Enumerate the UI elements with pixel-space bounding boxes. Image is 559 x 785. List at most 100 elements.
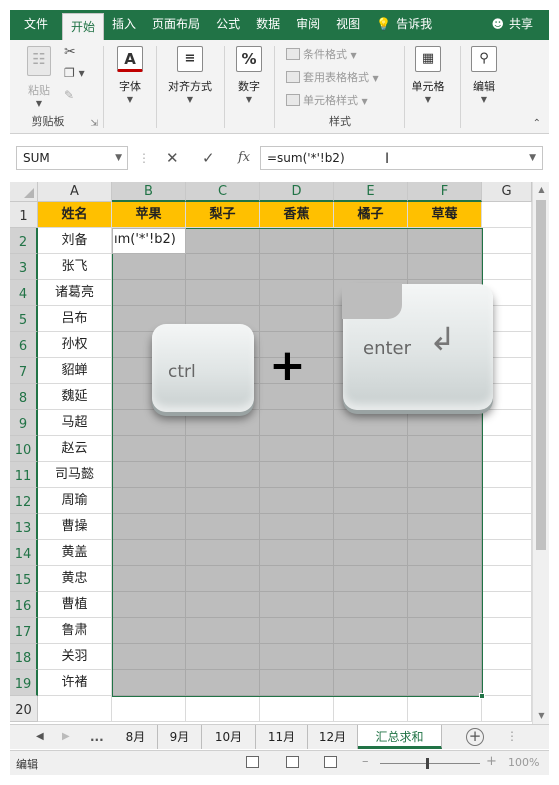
selected-cell[interactable] [334, 436, 408, 462]
selected-cell[interactable] [334, 228, 408, 254]
row-header-1[interactable]: 1 [10, 202, 38, 228]
scroll-down-icon[interactable]: ▼ [533, 708, 549, 724]
zoom-slider[interactable] [380, 763, 480, 764]
row-header-14[interactable]: 14 [10, 540, 38, 566]
name-cell[interactable]: 魏延 [38, 384, 112, 410]
prev-sheet-icon[interactable]: ◀ [36, 725, 44, 749]
selected-cell[interactable] [408, 228, 482, 254]
name-cell[interactable]: 曹植 [38, 592, 112, 618]
tab-home[interactable]: 开始 [62, 13, 105, 40]
selected-cell[interactable] [260, 254, 334, 280]
selected-cell[interactable] [260, 488, 334, 514]
cut-icon[interactable]: ✂ [64, 44, 76, 60]
selected-cell[interactable] [334, 618, 408, 644]
zoom-slider-thumb[interactable] [426, 758, 429, 769]
selected-cell[interactable] [260, 592, 334, 618]
cell[interactable] [482, 566, 532, 592]
row-header-18[interactable]: 18 [10, 644, 38, 670]
selected-cell[interactable] [112, 566, 186, 592]
chevron-down-icon[interactable]: ▼ [529, 147, 536, 169]
selected-cell[interactable] [112, 410, 186, 436]
selected-cell[interactable] [334, 644, 408, 670]
cell[interactable] [482, 592, 532, 618]
selected-cell[interactable] [186, 644, 260, 670]
selected-cell[interactable] [112, 540, 186, 566]
scrollbar-thumb[interactable] [536, 200, 546, 550]
table-header-cell[interactable]: 香蕉 [260, 202, 334, 228]
selected-cell[interactable] [186, 436, 260, 462]
page-break-view-icon[interactable] [324, 756, 337, 768]
row-header-20[interactable]: 20 [10, 696, 38, 722]
selected-cell[interactable] [112, 436, 186, 462]
format-as-table-button[interactable]: 套用表格格式 ▼ [286, 69, 379, 85]
format-painter-icon[interactable]: ✎ [64, 88, 74, 102]
cell[interactable] [482, 618, 532, 644]
row-header-12[interactable]: 12 [10, 488, 38, 514]
selected-cell[interactable] [186, 540, 260, 566]
sheet-tab[interactable]: 11月 [256, 725, 308, 749]
selected-cell[interactable] [408, 670, 482, 696]
name-cell[interactable]: 曹操 [38, 514, 112, 540]
selected-cell[interactable] [260, 436, 334, 462]
dialog-launcher-icon[interactable]: ⇲ [90, 119, 98, 129]
selected-cell[interactable] [260, 514, 334, 540]
selected-cell[interactable] [112, 280, 186, 306]
selected-cell[interactable] [334, 254, 408, 280]
row-header-8[interactable]: 8 [10, 384, 38, 410]
cell[interactable] [482, 514, 532, 540]
selected-cell[interactable] [260, 228, 334, 254]
cell-styles-button[interactable]: 单元格样式 ▼ [286, 92, 368, 108]
selected-cell[interactable] [408, 514, 482, 540]
table-header-cell[interactable]: 苹果 [112, 202, 186, 228]
selected-cell[interactable] [408, 462, 482, 488]
zoom-level[interactable]: 100% [508, 756, 539, 769]
row-header-17[interactable]: 17 [10, 618, 38, 644]
more-sheets-button[interactable]: ... [90, 725, 104, 749]
cell[interactable] [482, 410, 532, 436]
name-cell[interactable]: 黄忠 [38, 566, 112, 592]
column-header-b[interactable]: B [112, 182, 186, 202]
selected-cell[interactable] [112, 488, 186, 514]
column-header-d[interactable]: D [260, 182, 334, 202]
cells-button[interactable]: ▦ 单元格 ▼ [408, 46, 448, 104]
sheet-tab[interactable]: 12月 [308, 725, 358, 749]
row-header-19[interactable]: 19 [10, 670, 38, 696]
selected-cell[interactable] [408, 644, 482, 670]
cell[interactable] [482, 644, 532, 670]
selected-cell[interactable] [260, 670, 334, 696]
cell[interactable] [186, 696, 260, 722]
cancel-icon[interactable]: ✕ [166, 146, 179, 170]
selected-cell[interactable] [186, 618, 260, 644]
row-header-16[interactable]: 16 [10, 592, 38, 618]
selected-cell[interactable] [334, 592, 408, 618]
tab-review[interactable]: 审阅 [288, 10, 328, 40]
vertical-scrollbar[interactable]: ▲ ▼ [532, 182, 549, 724]
editing-cell[interactable]: ım('*'!b2) [112, 228, 186, 254]
zoom-in-icon[interactable]: + [486, 754, 497, 769]
name-cell[interactable]: 司马懿 [38, 462, 112, 488]
selected-cell[interactable] [408, 566, 482, 592]
number-button[interactable]: % 数字 ▼ [230, 46, 268, 104]
name-cell[interactable]: 张飞 [38, 254, 112, 280]
column-header-e[interactable]: E [334, 182, 408, 202]
row-header-10[interactable]: 10 [10, 436, 38, 462]
tab-file[interactable]: 文件 [10, 10, 62, 40]
formula-input[interactable]: =sum('*'!b2) I ▼ [260, 146, 543, 170]
name-cell[interactable]: 马超 [38, 410, 112, 436]
selected-cell[interactable] [408, 436, 482, 462]
name-cell[interactable]: 吕布 [38, 306, 112, 332]
sheet-tab[interactable]: 9月 [158, 725, 202, 749]
sheet-tab[interactable]: 10月 [202, 725, 256, 749]
selected-cell[interactable] [334, 566, 408, 592]
cell[interactable] [482, 228, 532, 254]
name-cell[interactable]: 孙权 [38, 332, 112, 358]
scroll-up-icon[interactable]: ▲ [533, 182, 549, 198]
name-box[interactable]: SUM ▼ [16, 146, 128, 170]
selected-cell[interactable] [112, 618, 186, 644]
selected-cell[interactable] [112, 592, 186, 618]
selected-cell[interactable] [186, 462, 260, 488]
name-cell[interactable]: 关羽 [38, 644, 112, 670]
paste-button[interactable]: ☷ 粘贴 ▼ [22, 46, 56, 108]
selected-cell[interactable] [260, 566, 334, 592]
tab-share[interactable]: ☻ 共享 [483, 10, 541, 40]
